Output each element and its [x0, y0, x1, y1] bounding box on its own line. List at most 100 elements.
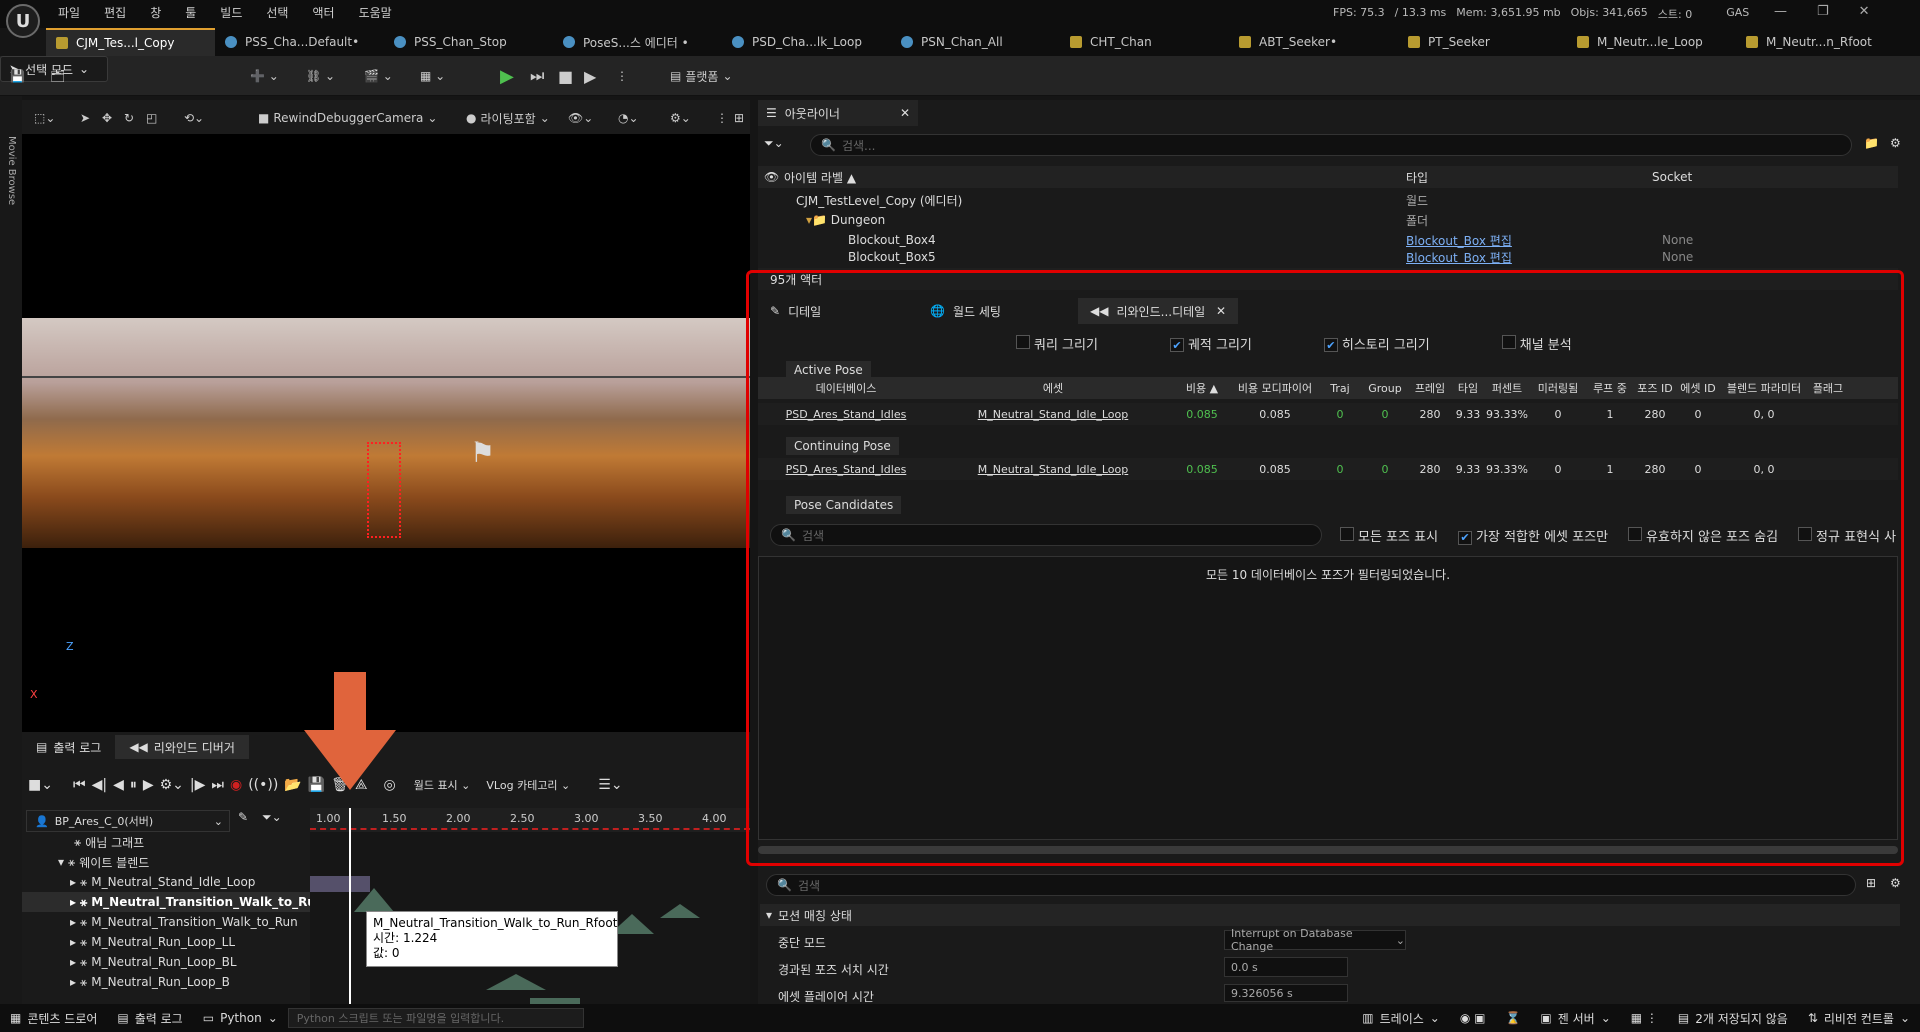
outliner-row[interactable]: Blockout_Box5 Blockout_Box 편집 None: [758, 250, 1898, 264]
platform-button[interactable]: ▤ 플랫폼 ⌄: [670, 64, 733, 88]
show-icon[interactable]: 👁⌄: [568, 106, 593, 130]
trace-button[interactable]: ▥ 트레이스 ⌄: [1352, 1010, 1450, 1027]
vlog-category-dropdown[interactable]: VLog 카테고리 ⌄: [486, 777, 570, 793]
settings-icon[interactable]: ⚙: [1890, 136, 1901, 150]
outliner-tab[interactable]: ☰ 아웃라이너 ✕: [758, 100, 918, 126]
settings-icon[interactable]: ⚙: [1890, 876, 1901, 890]
row-type-link[interactable]: Blockout_Box 편집: [1400, 250, 1646, 265]
unsaved-button[interactable]: ▤ 2개 저장되지 않음: [1668, 1010, 1798, 1027]
settings-icon[interactable]: ⚙⌄: [670, 106, 691, 130]
menu-tools[interactable]: 툴: [185, 4, 196, 21]
track-item[interactable]: ▸ ⚹ M_Neutral_Transition_Walk_to_Run: [22, 912, 310, 932]
open-icon[interactable]: 📂: [284, 777, 301, 793]
interrupt-mode-dropdown[interactable]: Interrupt on Database Change ⌄: [1224, 927, 1406, 953]
tab-abt[interactable]: ABT_Seeker•: [1229, 28, 1398, 56]
menu-select[interactable]: 선택: [266, 4, 288, 21]
col-label[interactable]: 아이템 라벨 ▲: [778, 169, 1400, 186]
filter-icon[interactable]: ⏷⌄: [262, 810, 282, 825]
add-folder-icon[interactable]: 📁: [1864, 136, 1879, 150]
menu-file[interactable]: 파일: [58, 4, 80, 21]
menu-window[interactable]: 창: [150, 4, 161, 21]
close-icon[interactable]: ✕: [900, 106, 910, 120]
scale-icon[interactable]: ◰: [146, 106, 157, 130]
play-options-icon[interactable]: ⋮: [616, 64, 628, 88]
menu-help[interactable]: 도움말: [359, 4, 392, 21]
stop-button[interactable]: ■: [558, 64, 573, 88]
motion-matching-section[interactable]: ▾ 모션 매칭 상태: [760, 904, 1900, 926]
picker-icon[interactable]: ✎: [238, 810, 248, 824]
col-socket[interactable]: Socket: [1646, 170, 1692, 184]
track-item[interactable]: ▾ ⚹ 웨이트 블렌드: [22, 852, 310, 872]
step-button[interactable]: ⏭: [530, 64, 544, 88]
side-label[interactable]: Movie Browse: [6, 136, 17, 205]
add-actor-button[interactable]: ➕ ⌄: [250, 64, 279, 88]
track-item[interactable]: ▸ ⚹ M_Neutral_Run_Loop_LL: [22, 932, 310, 952]
tab-output-log[interactable]: ▤ 출력 로그: [22, 735, 115, 759]
next-frame-icon[interactable]: |▶: [190, 777, 205, 793]
platform-mesh-button[interactable]: ▦ ⌄: [420, 64, 445, 88]
maximize-icon[interactable]: ❐: [1817, 4, 1829, 19]
content-browse-icon[interactable]: 🗂: [50, 64, 65, 88]
play-button[interactable]: ▶: [500, 64, 514, 88]
row-type-link[interactable]: Blockout_Box 편집: [1400, 232, 1646, 249]
layout-icon[interactable]: ⊞: [734, 106, 744, 130]
close-icon[interactable]: ✕: [1859, 4, 1870, 19]
menu-build[interactable]: 빌드: [220, 4, 242, 21]
details-search[interactable]: 🔍 검색: [766, 874, 1856, 896]
first-frame-icon[interactable]: ⏮: [73, 777, 86, 793]
outliner-row[interactable]: CJM_TestLevel_Copy (에디터) 월드: [758, 190, 1898, 210]
zen-server-button[interactable]: ▣ 젠 서버 ⌄: [1530, 1010, 1620, 1027]
perf-icon[interactable]: ◔⌄: [618, 106, 639, 130]
col-type[interactable]: 타입: [1400, 169, 1646, 186]
tab-pss-default[interactable]: PSS_Cha...Default•: [215, 28, 384, 56]
reverse-play-icon[interactable]: ◀: [113, 777, 124, 793]
command-input[interactable]: Python 스크립트 또는 파일명을 입력합니다.: [287, 1008, 584, 1028]
minimize-icon[interactable]: —: [1774, 4, 1787, 19]
more-icon[interactable]: ⋮: [716, 106, 728, 130]
last-frame-icon[interactable]: ⏭: [211, 777, 224, 793]
select-icon[interactable]: ➤: [80, 106, 90, 130]
menu-icon[interactable]: ☰⌄: [598, 777, 622, 793]
camera-button[interactable]: ■ RewindDebuggerCamera ⌄: [258, 106, 437, 130]
object-selector[interactable]: 👤 BP_Ares_C_0(서버) ⌄: [26, 810, 230, 832]
tab-rfoot[interactable]: M_Neutr...n_Rfoot: [1736, 28, 1905, 56]
snap-icon[interactable]: ⟲⌄: [184, 106, 204, 130]
time-cursor[interactable]: [349, 808, 351, 1004]
timeline-ruler[interactable]: 1.00 1.50 2.00 2.50 3.00 3.50 4.00: [310, 808, 750, 832]
tab-pt[interactable]: PT_Seeker: [1398, 28, 1567, 56]
prev-frame-icon[interactable]: ◀|: [92, 777, 107, 793]
unreal-logo[interactable]: U: [6, 4, 40, 38]
tab-psd[interactable]: PSD_Cha...lk_Loop: [722, 28, 891, 56]
transform-mode-icon[interactable]: ⬚⌄: [34, 106, 55, 130]
play-icon[interactable]: ▶: [143, 777, 154, 793]
track-item[interactable]: ▸ ⚹ M_Neutral_Stand_Idle_Loop: [22, 872, 310, 892]
outliner-row[interactable]: Blockout_Box4 Blockout_Box 편집 None: [758, 230, 1898, 250]
output-log-button[interactable]: ▤ 출력 로그: [107, 1010, 192, 1027]
tab-cht[interactable]: CHT_Chan: [1060, 28, 1229, 56]
track-item[interactable]: ▸ ⚹ M_Neutral_Run_Loop_BL: [22, 952, 310, 972]
outliner-search[interactable]: 🔍 검색...: [810, 134, 1852, 156]
menu-actor[interactable]: 액터: [312, 4, 334, 21]
world-show-dropdown[interactable]: 월드 표시 ⌄: [414, 777, 471, 793]
translate-icon[interactable]: ✥: [102, 106, 112, 130]
eye-icon[interactable]: 👁: [758, 170, 779, 184]
camera-mode-icon[interactable]: ■⌄: [28, 777, 53, 793]
track-item[interactable]: ⚹ 애님 그래프: [22, 832, 310, 852]
track-item-selected[interactable]: ▸ ⚹ M_Neutral_Transition_Walk_to_Run: [22, 892, 324, 912]
tab-rewind-debugger[interactable]: ◀◀ 리와인드 디버거: [115, 735, 249, 759]
outliner-row[interactable]: ▾📁 Dungeon 폴더: [758, 210, 1898, 230]
broadcast-icon[interactable]: ((•)): [248, 777, 278, 793]
revision-control-button[interactable]: ⇅ 리비전 컨트롤 ⌄: [1798, 1010, 1920, 1027]
content-drawer-button[interactable]: ▦ 콘텐츠 드로어: [0, 1010, 107, 1027]
lighting-button[interactable]: ● 라이팅포함 ⌄: [466, 106, 550, 130]
source-control-icon[interactable]: ▦ ⋮: [1621, 1011, 1668, 1025]
cinematics-button[interactable]: 🎬 ⌄: [364, 64, 393, 88]
tab-level[interactable]: CJM_Tes...l_Copy: [46, 28, 215, 56]
simulate-button[interactable]: ▶: [584, 64, 596, 88]
track-item[interactable]: ▸ ⚹ M_Neutral_Run_Loop_B: [22, 972, 310, 992]
record-icon[interactable]: ◉: [230, 777, 242, 793]
save-icon[interactable]: 💾: [10, 64, 25, 88]
tab-pose-editor[interactable]: PoseS...스 에디터 •: [553, 28, 722, 56]
filter-icon[interactable]: ⏷⌄: [764, 136, 784, 151]
tab-pss-stop[interactable]: PSS_Chan_Stop: [384, 28, 553, 56]
